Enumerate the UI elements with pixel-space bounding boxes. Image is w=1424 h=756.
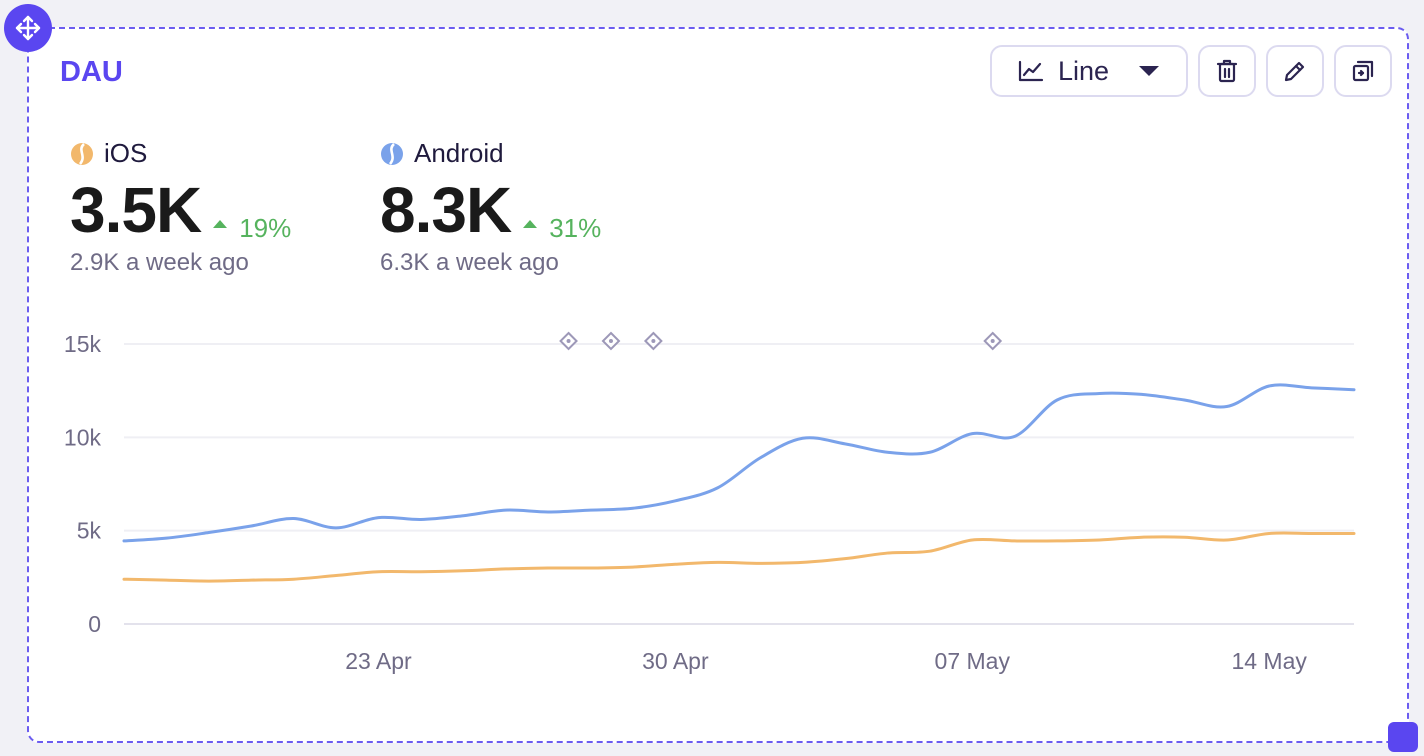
resize-handle[interactable] — [1388, 722, 1418, 752]
y-tick-label: 10k — [64, 424, 102, 450]
annotation-marker-dot — [990, 339, 995, 343]
x-tick-label: 07 May — [935, 648, 1011, 674]
line-chart: 15k 10k 5k 0 23 Apr 30 Apr 07 May 14 May — [64, 331, 1356, 674]
x-tick-label: 14 May — [1231, 648, 1307, 674]
annotation-marker-dot — [651, 339, 656, 343]
series-line-android — [122, 383, 1356, 543]
annotation-marker-dot — [608, 339, 613, 343]
x-tick-label: 30 Apr — [642, 648, 709, 674]
y-tick-label: 5k — [77, 518, 102, 544]
annotation-marker-dot — [566, 339, 571, 343]
y-tick-label: 15k — [64, 331, 102, 357]
series-line-ios — [122, 531, 1356, 583]
x-tick-label: 23 Apr — [345, 648, 412, 674]
y-tick-label: 0 — [88, 611, 101, 637]
